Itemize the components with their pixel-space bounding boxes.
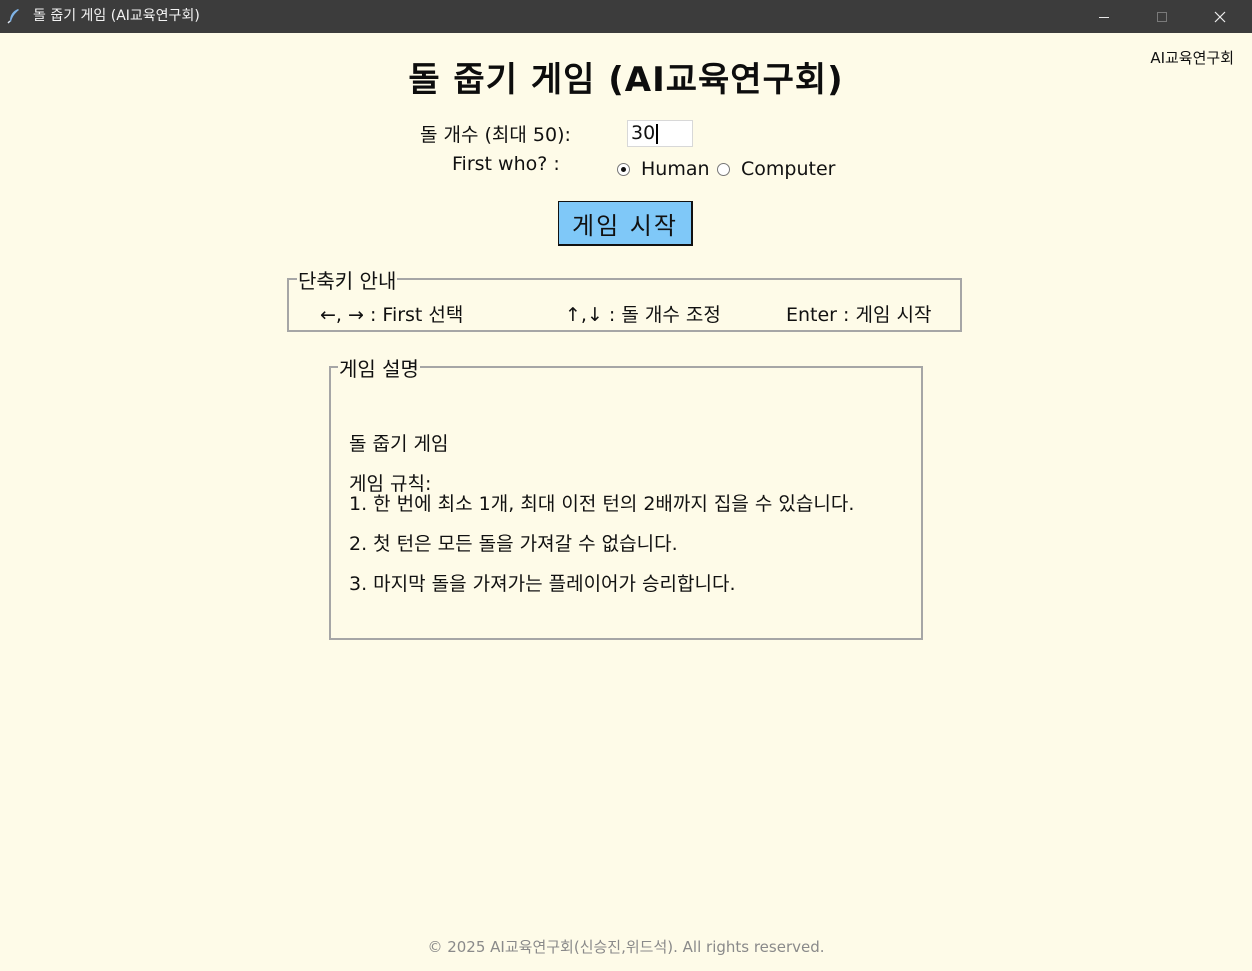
radio-human-indicator[interactable] xyxy=(617,162,630,176)
shortcut-guide-title: 단축키 안내 xyxy=(297,265,398,294)
stone-count-label: 돌 개수 (최대 50): xyxy=(420,124,571,146)
close-icon xyxy=(1214,11,1226,22)
first-player-label: First who? : xyxy=(452,153,560,175)
minimize-button[interactable] xyxy=(1075,0,1133,33)
radio-human-label: Human xyxy=(641,158,710,180)
shortcut-first-select: ←, → : First 선택 xyxy=(320,304,464,326)
app-window: 돌 줍기 게임 (AI교육연구회) AI교육연구회 돌 줍기 게임 (AI교육연… xyxy=(0,0,1252,971)
description-heading: 돌 줍기 게임 xyxy=(349,433,449,455)
radio-computer-label: Computer xyxy=(741,158,836,180)
radio-human[interactable]: Human xyxy=(617,158,710,180)
start-game-button[interactable]: 게임 시작 xyxy=(558,201,693,246)
stone-count-input[interactable]: 30 xyxy=(627,120,693,147)
shortcut-start-game: Enter : 게임 시작 xyxy=(786,304,932,326)
game-description-box: 게임 설명 돌 줍기 게임 게임 규칙: 1. 한 번에 최소 1개, 최대 이… xyxy=(329,353,923,640)
window-title: 돌 줍기 게임 (AI교육연구회) xyxy=(33,8,200,24)
title-bar[interactable]: 돌 줍기 게임 (AI교육연구회) xyxy=(0,0,1252,33)
close-button[interactable] xyxy=(1191,0,1249,33)
minimize-icon xyxy=(1099,16,1109,18)
feather-icon xyxy=(7,9,19,24)
shortcut-guide-box: 단축키 안내 ←, → : First 선택 ↑,↓ : 돌 개수 조정 Ent… xyxy=(287,265,962,332)
radio-computer[interactable]: Computer xyxy=(717,158,835,180)
rule-2: 2. 첫 턴은 모든 돌을 가져갈 수 없습니다. xyxy=(349,533,678,555)
rule-1: 1. 한 번에 최소 1개, 최대 이전 턴의 2배까지 집을 수 있습니다. xyxy=(349,493,855,515)
page-title: 돌 줍기 게임 (AI교육연구회) xyxy=(408,60,844,100)
maximize-button[interactable] xyxy=(1133,0,1191,33)
text-caret xyxy=(656,123,659,144)
footer-copyright: © 2025 AI교육연구회(신승진,위드석). All rights rese… xyxy=(427,938,825,956)
rule-3: 3. 마지막 돌을 가져가는 플레이어가 승리합니다. xyxy=(349,573,736,595)
radio-computer-indicator[interactable] xyxy=(717,162,730,176)
maximize-icon xyxy=(1157,11,1167,22)
shortcut-count-adjust: ↑,↓ : 돌 개수 조정 xyxy=(565,304,721,326)
game-description-title: 게임 설명 xyxy=(338,353,420,382)
stone-count-value: 30 xyxy=(631,122,656,144)
